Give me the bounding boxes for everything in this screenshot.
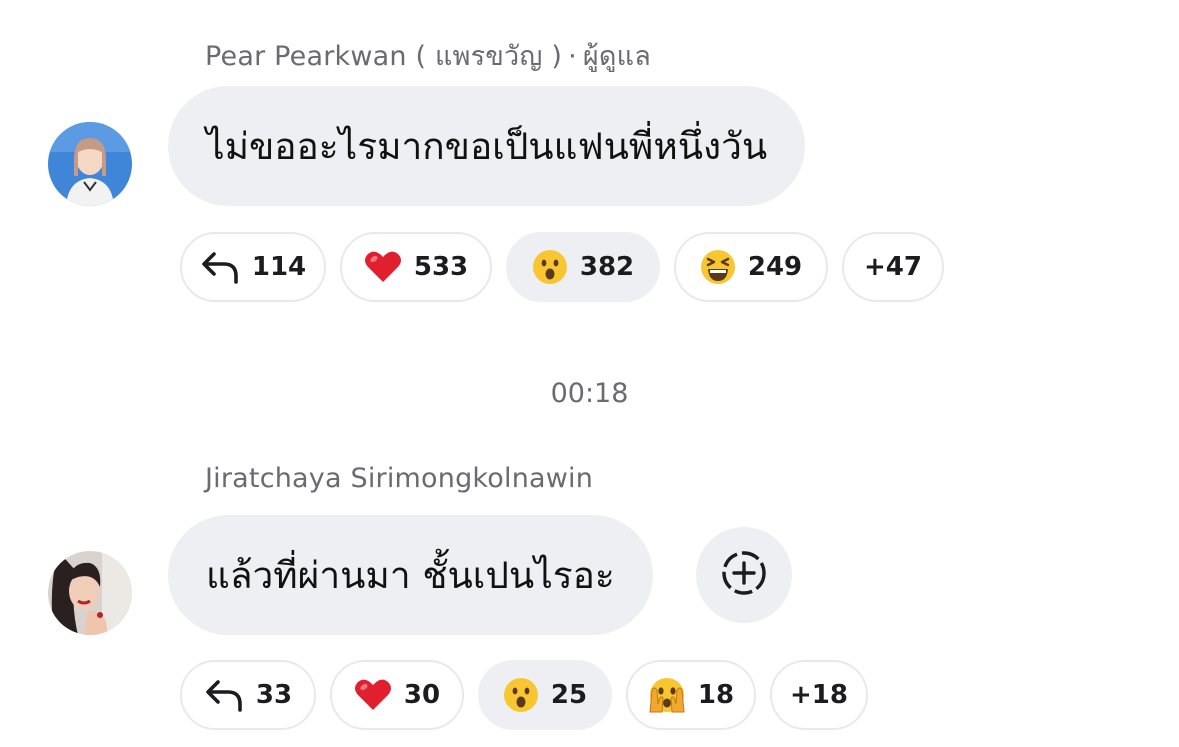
- reaction-count: 533: [413, 252, 469, 282]
- reaction-count: 18: [697, 680, 735, 710]
- face-peeking-icon: [648, 676, 686, 714]
- reply-button[interactable]: 114: [180, 232, 326, 302]
- reaction-surprised[interactable]: 25: [478, 660, 612, 730]
- reaction-surprised[interactable]: 382: [506, 232, 660, 302]
- reaction-count: 249: [747, 252, 803, 282]
- reaction-heart[interactable]: 30: [330, 660, 464, 730]
- reaction-bar: 33 30 25 18 +18: [180, 660, 868, 730]
- add-reaction-button[interactable]: [696, 527, 792, 623]
- sender-name-row: Pear Pearkwan ( แพรขวัญ ) · ผู้ดูแล: [205, 34, 651, 77]
- message-bubble[interactable]: ไม่ขออะไรมากขอเป็นแฟนพี่หนึ่งวัน: [168, 86, 806, 206]
- avatar[interactable]: [48, 551, 132, 635]
- reaction-face-peeking[interactable]: 18: [626, 660, 756, 730]
- reaction-heart[interactable]: 533: [340, 232, 492, 302]
- surprised-face-icon: [503, 677, 539, 713]
- reply-button[interactable]: 33: [180, 660, 316, 730]
- message-text: ไม่ขออะไรมากขอเป็นแฟนพี่หนึ่งวัน: [206, 124, 768, 168]
- more-reactions-button[interactable]: +18: [770, 660, 868, 730]
- timestamp: 00:18: [550, 378, 629, 409]
- reply-arrow-icon: [204, 678, 244, 712]
- more-reactions-count: +47: [864, 252, 922, 282]
- reaction-count: 382: [579, 252, 635, 282]
- add-reaction-icon: [719, 548, 769, 602]
- message-bubble[interactable]: แล้วที่ผ่านมา ชั้นเปนไรอะ: [168, 515, 653, 635]
- separator: ·: [568, 41, 577, 72]
- sender-name[interactable]: Jiratchaya Sirimongkolnawin: [205, 463, 593, 494]
- more-reactions-count: +18: [790, 680, 848, 710]
- reply-count: 114: [251, 252, 307, 282]
- reaction-laughing[interactable]: 249: [674, 232, 828, 302]
- reaction-count: 25: [550, 680, 588, 710]
- reaction-bar: 114 533 382 249 +47: [180, 232, 944, 302]
- message-text: แล้วที่ผ่านมา ชั้นเปนไรอะ: [206, 553, 615, 597]
- more-reactions-button[interactable]: +47: [842, 232, 944, 302]
- reaction-count: 30: [403, 680, 441, 710]
- sender-role-badge: ผู้ดูแล: [582, 41, 651, 72]
- heart-icon: [364, 250, 402, 284]
- reply-count: 33: [255, 680, 293, 710]
- sender-name-row: Jiratchaya Sirimongkolnawin: [205, 463, 593, 494]
- surprised-face-icon: [532, 249, 568, 285]
- heart-icon: [354, 678, 392, 712]
- sender-name[interactable]: Pear Pearkwan ( แพรขวัญ ): [205, 41, 562, 72]
- avatar[interactable]: [48, 122, 132, 206]
- laughing-face-icon: [700, 249, 736, 285]
- reply-arrow-icon: [200, 250, 240, 284]
